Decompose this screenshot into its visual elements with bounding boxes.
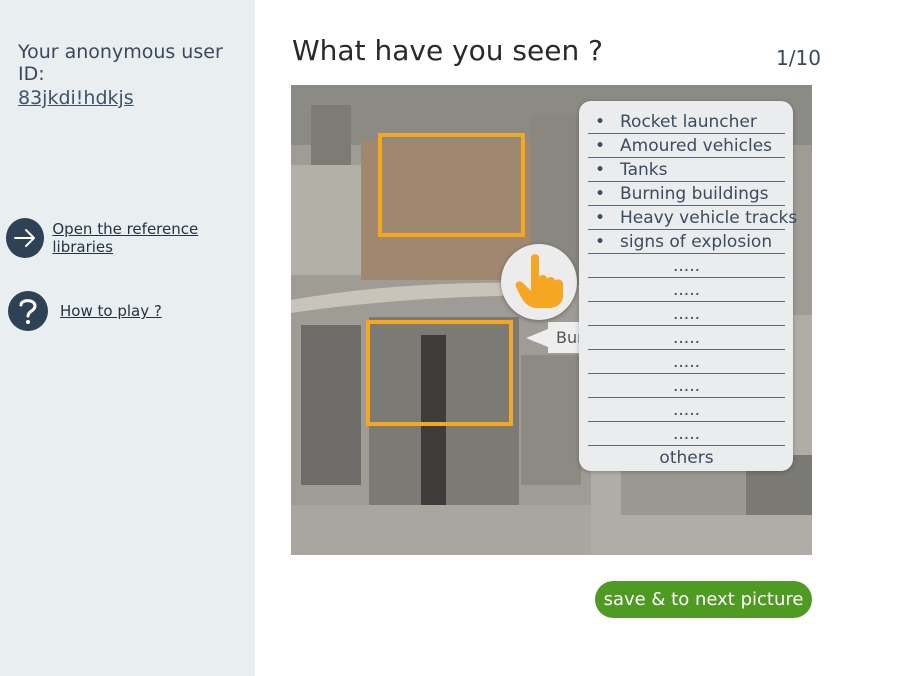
option-label: Rocket launcher	[620, 112, 757, 132]
arrow-right-icon[interactable]	[6, 218, 45, 258]
open-reference-libraries-link[interactable]: Open the reference libraries	[6, 218, 255, 258]
blank-option-item[interactable]: .....	[588, 422, 785, 446]
bullet-icon: •	[595, 184, 606, 204]
pointing-hand-icon[interactable]	[501, 244, 577, 320]
option-item[interactable]: • Tanks	[588, 158, 785, 182]
option-item[interactable]: • signs of explosion	[588, 230, 785, 254]
blank-option-item[interactable]: .....	[588, 398, 785, 422]
bullet-icon: •	[595, 160, 606, 180]
save-next-button[interactable]: save & to next picture	[595, 581, 812, 618]
blank-option-item[interactable]: .....	[588, 278, 785, 302]
user-id-label: Your anonymous user ID:	[18, 41, 223, 85]
blank-option-item[interactable]: .....	[588, 326, 785, 350]
option-label: Burning buildings	[620, 184, 769, 204]
bullet-icon: •	[595, 232, 606, 252]
blank-option-item[interactable]: .....	[588, 254, 785, 278]
option-item[interactable]: • Amoured vehicles	[588, 134, 785, 158]
option-item[interactable]: • Rocket launcher	[588, 110, 785, 134]
option-label: Tanks	[620, 160, 668, 180]
option-label: Heavy vehicle tracks	[620, 208, 798, 228]
blank-option-item[interactable]: .....	[588, 350, 785, 374]
question-icon[interactable]	[8, 291, 48, 331]
option-label: signs of explosion	[620, 232, 773, 252]
reference-libraries-label[interactable]: Open the reference libraries	[52, 220, 255, 256]
blank-option-item[interactable]: .....	[588, 302, 785, 326]
option-label: Amoured vehicles	[620, 136, 773, 156]
bullet-icon: •	[595, 136, 606, 156]
page-title: What have you seen ?	[292, 34, 603, 67]
how-to-play-link[interactable]: How to play ?	[8, 291, 162, 331]
bullet-icon: •	[595, 208, 606, 228]
sidebar: Your anonymous user ID: 83jkdi!hdkjs Ope…	[0, 0, 255, 676]
how-to-play-label[interactable]: How to play ?	[60, 302, 162, 320]
image-counter: 1/10	[776, 46, 821, 70]
bullet-icon: •	[595, 112, 606, 132]
damage-options-panel: • Rocket launcher • Amoured vehicles • Tanks •…	[579, 101, 797, 471]
others-option[interactable]: others	[588, 446, 785, 470]
user-id-value[interactable]: 83jkdi!hdkjs	[18, 87, 134, 109]
tooltip-arrow	[526, 329, 548, 347]
option-item[interactable]: • Burning buildings	[588, 182, 785, 206]
option-item[interactable]: • Heavy vehicle tracks	[588, 206, 797, 230]
selection-box-2[interactable]	[366, 320, 513, 426]
blank-option-item[interactable]: .....	[588, 374, 785, 398]
selection-box-1[interactable]	[378, 133, 525, 237]
